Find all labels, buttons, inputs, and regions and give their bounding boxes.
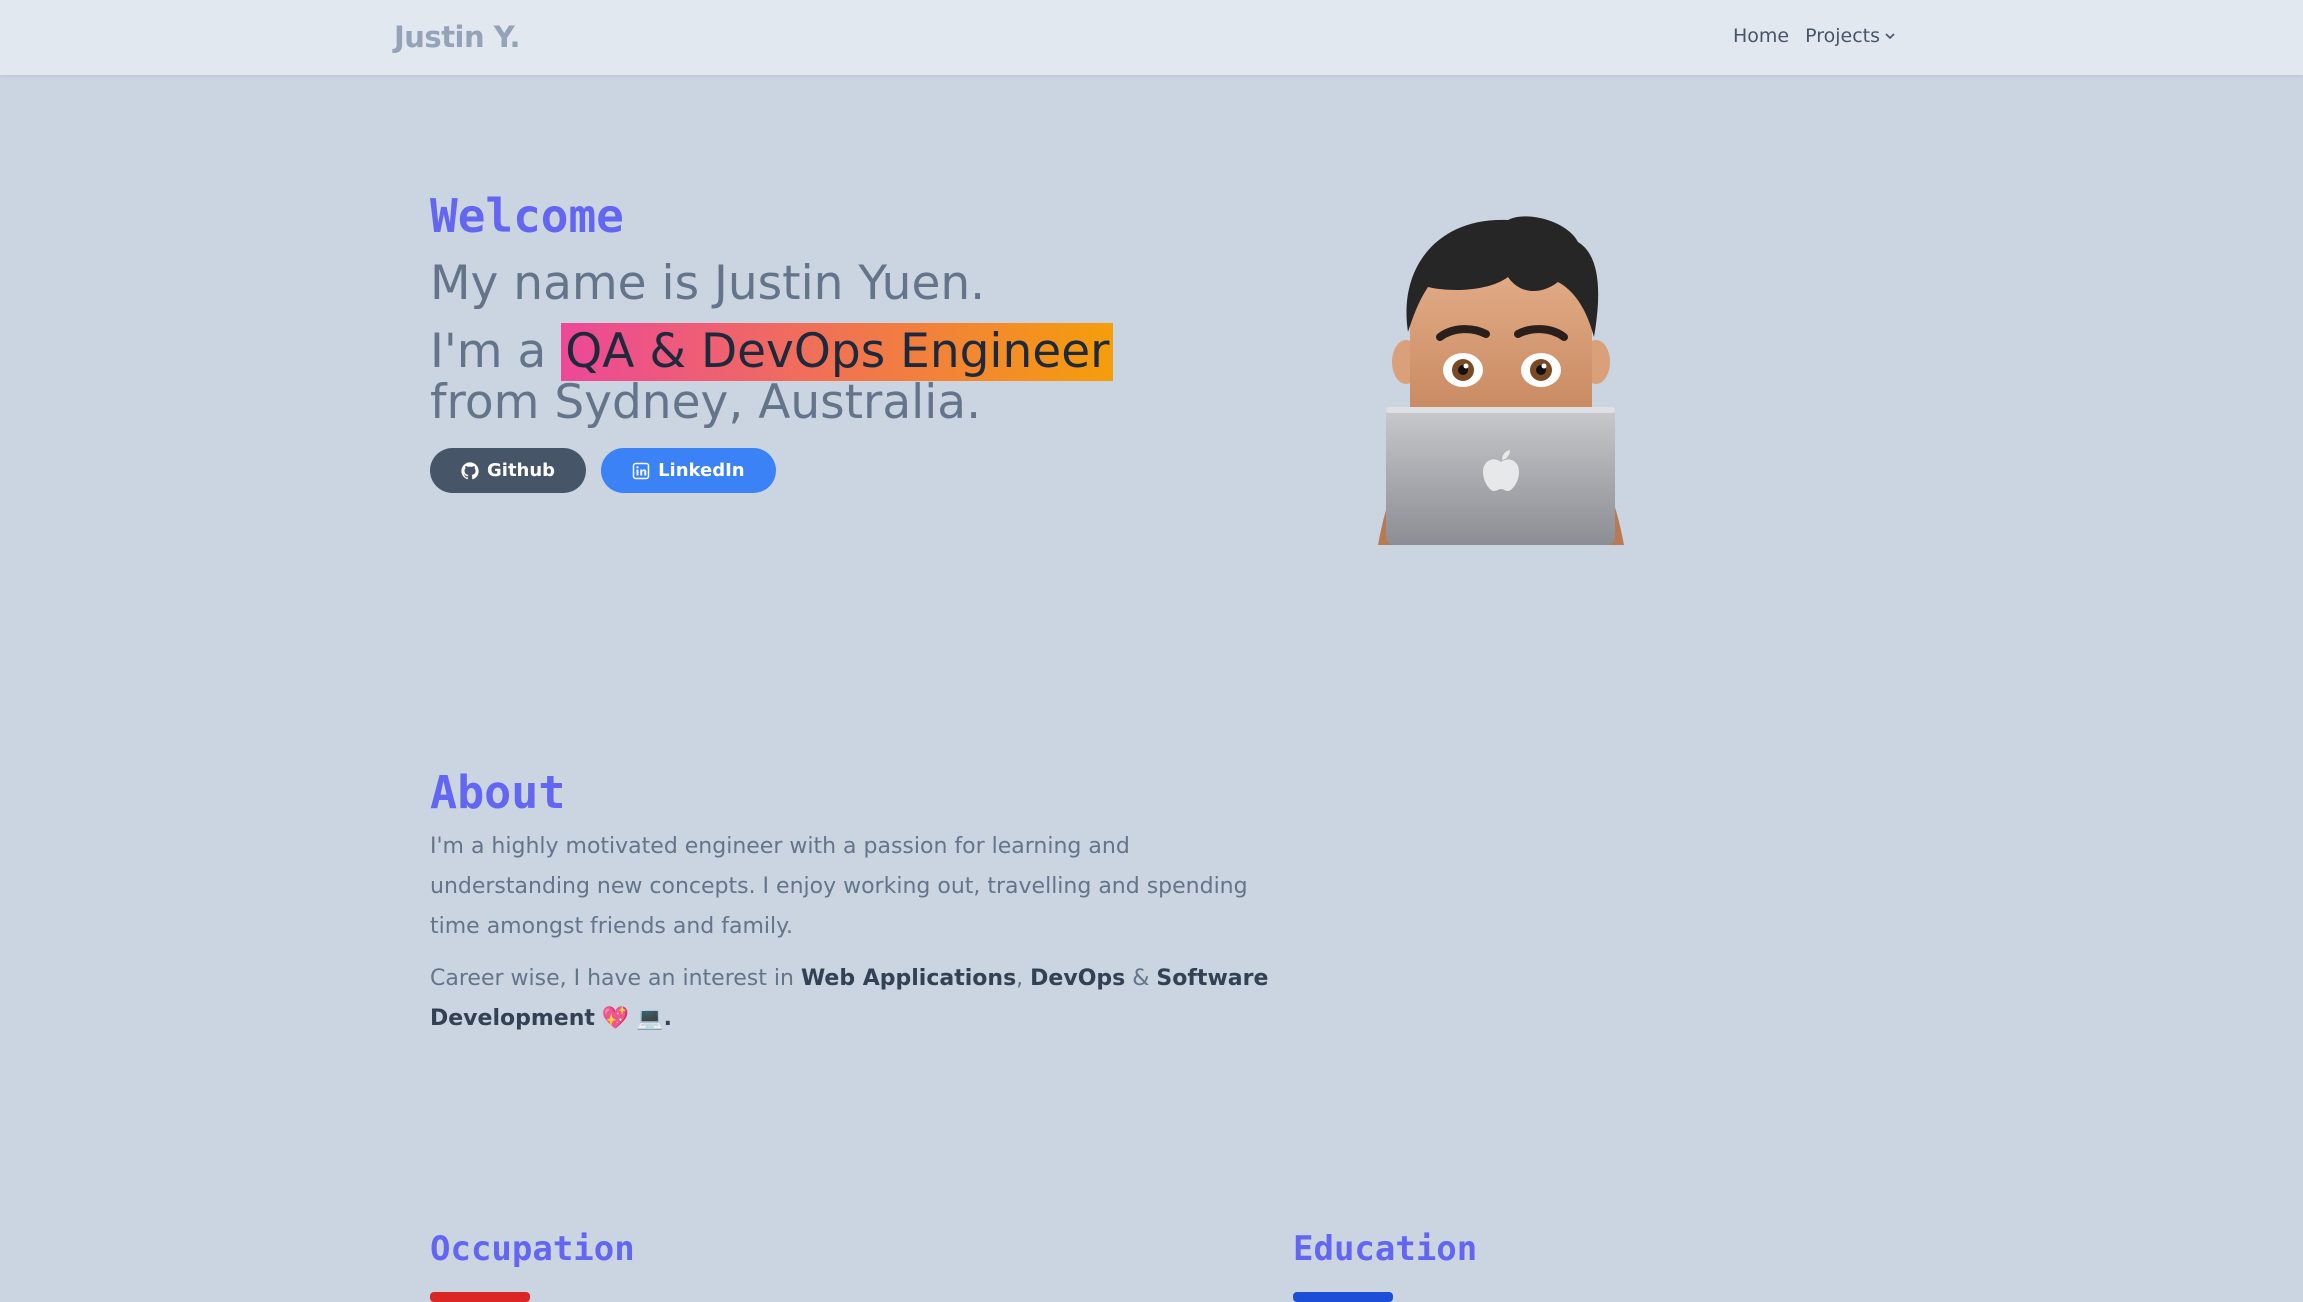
github-button[interactable]: Github — [430, 448, 587, 493]
memoji-avatar — [1378, 216, 1624, 545]
role-line: I'm a QA & DevOps Engineer — [430, 323, 1230, 381]
linkedin-label: LinkedIn — [658, 460, 745, 481]
about-section: About I'm a highly motivated engineer wi… — [430, 765, 1270, 1039]
nav-home-link[interactable]: Home — [1733, 25, 1789, 47]
brand-logo[interactable]: Justin Y. — [394, 20, 520, 54]
social-buttons: Github LinkedIn — [430, 448, 1230, 493]
navbar: Justin Y. Home Projects — [0, 0, 2303, 75]
welcome-heading: Welcome — [430, 189, 624, 243]
role-highlight: QA & DevOps Engineer — [561, 323, 1114, 381]
comma: , — [1016, 966, 1024, 991]
linkedin-button[interactable]: LinkedIn — [601, 448, 776, 493]
linkedin-icon — [632, 462, 650, 479]
github-label: Github — [487, 460, 556, 481]
occupation-heading: Occupation — [430, 1229, 635, 1269]
about-paragraph-2: Career wise, I have an interest in Web A… — [430, 959, 1270, 1039]
nav-links: Home Projects — [1733, 25, 1896, 47]
emoji-heart-laptop: 💖 💻 — [601, 1006, 664, 1031]
nav-projects-label: Projects — [1805, 25, 1880, 47]
role-prefix: I'm a — [430, 324, 547, 379]
hero-section: Welcome My name is Justin Yuen. I'm a QA… — [430, 190, 1230, 493]
chevron-down-icon — [1885, 33, 1895, 40]
education-heading: Education — [1293, 1229, 1478, 1269]
about-paragraph-1: I'm a highly motivated engineer with a p… — [430, 834, 1248, 939]
interest-web-applications: Web Applications — [800, 966, 1017, 991]
occupation-section: Occupation — [430, 1226, 1030, 1302]
education-section: Education — [1293, 1226, 1893, 1302]
name-line: My name is Justin Yuen. — [430, 256, 986, 311]
about-heading: About — [430, 766, 566, 819]
github-icon — [461, 461, 479, 479]
nav-projects-dropdown[interactable]: Projects — [1805, 25, 1896, 47]
interest-devops: DevOps — [1030, 966, 1126, 991]
about-p2-prefix: Career wise, I have an interest in — [430, 966, 794, 991]
occupation-logo-bar — [430, 1292, 530, 1302]
education-logo-bar — [1293, 1292, 1393, 1302]
period: . — [663, 1006, 673, 1031]
ampersand: & — [1132, 966, 1150, 991]
location-line: from Sydney, Australia. — [430, 375, 982, 430]
